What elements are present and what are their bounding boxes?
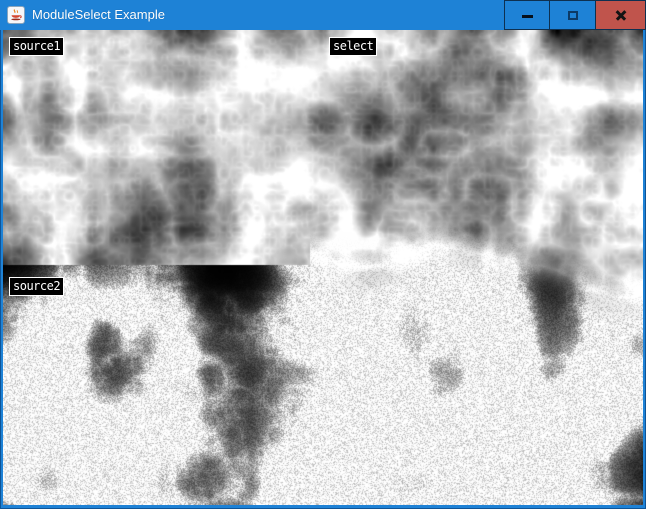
minimize-button[interactable] [504,0,550,30]
close-button[interactable] [596,0,646,30]
maximize-icon [568,11,578,20]
noise-canvas [3,30,643,505]
titlebar[interactable]: ModuleSelect Example [0,0,646,30]
java-coffee-cup-icon [7,6,25,24]
close-icon [615,9,627,21]
window-controls [504,0,646,30]
window-title: ModuleSelect Example [32,0,165,30]
render-area: source1 select source2 [3,30,643,505]
app-window: ModuleSelect Example source1 select sour… [0,0,646,509]
maximize-button[interactable] [550,0,596,30]
overlay-label-source2: source2 [9,277,64,296]
overlay-label-select: select [329,37,377,56]
overlay-label-source1: source1 [9,37,64,56]
minimize-icon [522,15,533,18]
